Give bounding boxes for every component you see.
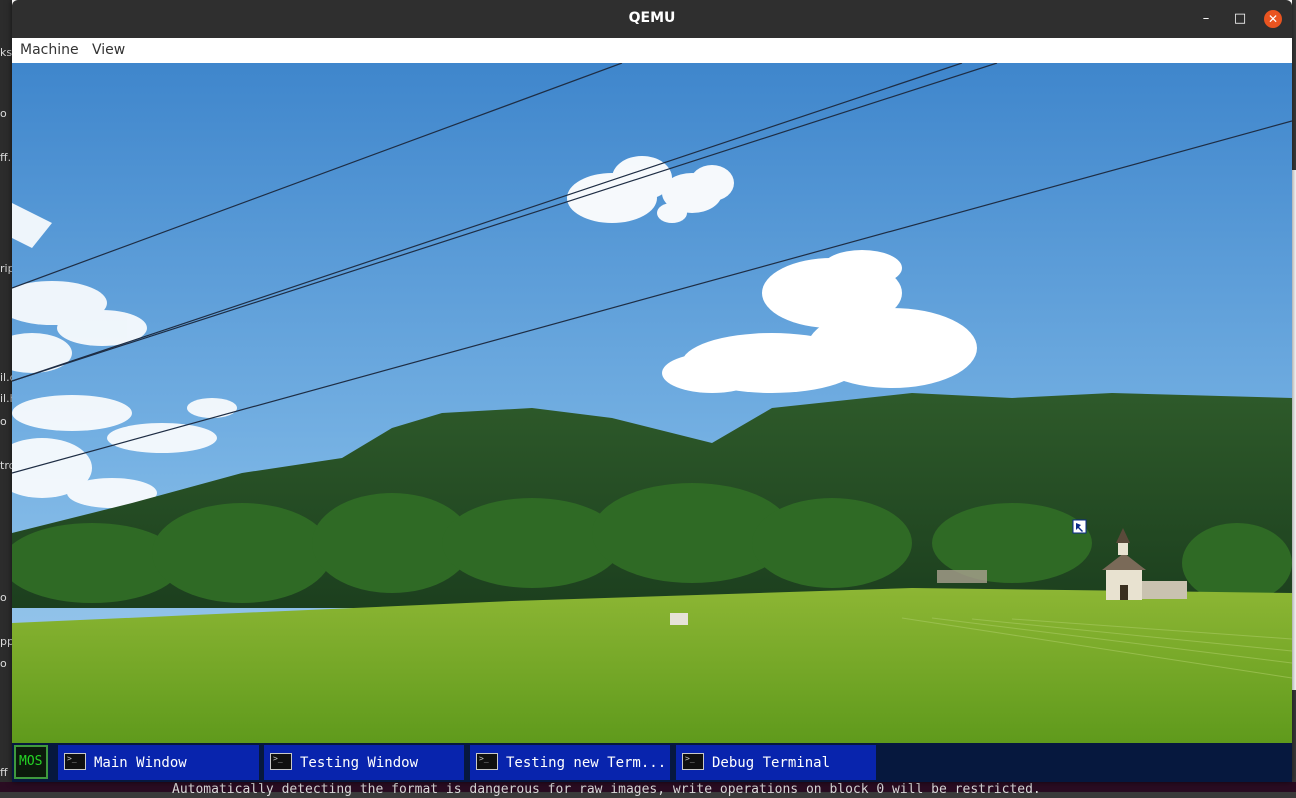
task-main-window[interactable]: >_ Main Window — [58, 745, 259, 780]
menu-machine[interactable]: Machine — [20, 42, 79, 58]
task-label: Main Window — [94, 755, 187, 771]
background-text-fragment: ks — [0, 46, 13, 59]
background-terminal-text: Automatically detecting the format is da… — [172, 782, 1041, 797]
task-label: Debug Terminal — [712, 755, 831, 771]
background-text-fragment: ff — [0, 766, 8, 779]
window-title: QEMU — [628, 10, 676, 26]
task-testing-window[interactable]: >_ Testing Window — [264, 745, 464, 780]
menu-view[interactable]: View — [92, 42, 125, 58]
close-button[interactable]: ✕ — [1264, 10, 1282, 28]
background-text-fragment: ff. — [0, 151, 12, 164]
terminal-icon: >_ — [270, 753, 292, 770]
qemu-window: QEMU – □ ✕ Machine View MOS >_ Main Wind… — [12, 0, 1292, 782]
task-label: Testing new Term... — [506, 755, 667, 771]
background-window-edge — [1292, 170, 1296, 690]
guest-taskbar: MOS >_ Main Window >_ Testing Window >_ … — [12, 743, 1292, 782]
small-shed — [670, 613, 688, 625]
guest-display[interactable]: MOS >_ Main Window >_ Testing Window >_ … — [12, 63, 1292, 782]
menu-bar: Machine View — [12, 38, 1292, 64]
background-text-fragment: o — [0, 591, 7, 604]
start-button-label: MOS — [19, 754, 43, 769]
terminal-icon: >_ — [682, 753, 704, 770]
title-bar[interactable]: QEMU – □ ✕ — [12, 0, 1292, 38]
terminal-icon: >_ — [476, 753, 498, 770]
background-text-fragment: o — [0, 657, 7, 670]
task-debug-terminal[interactable]: >_ Debug Terminal — [676, 745, 876, 780]
start-button[interactable]: MOS — [14, 745, 48, 779]
desktop-wallpaper — [12, 63, 1292, 743]
background-text-fragment: o — [0, 107, 7, 120]
terminal-icon: >_ — [64, 753, 86, 770]
background-text-fragment: o — [0, 415, 7, 428]
task-testing-new-terminal[interactable]: >_ Testing new Term... — [470, 745, 670, 780]
maximize-button[interactable]: □ — [1231, 10, 1249, 28]
minimize-button[interactable]: – — [1197, 10, 1215, 28]
mouse-cursor-icon — [1072, 519, 1087, 534]
task-label: Testing Window — [300, 755, 419, 771]
